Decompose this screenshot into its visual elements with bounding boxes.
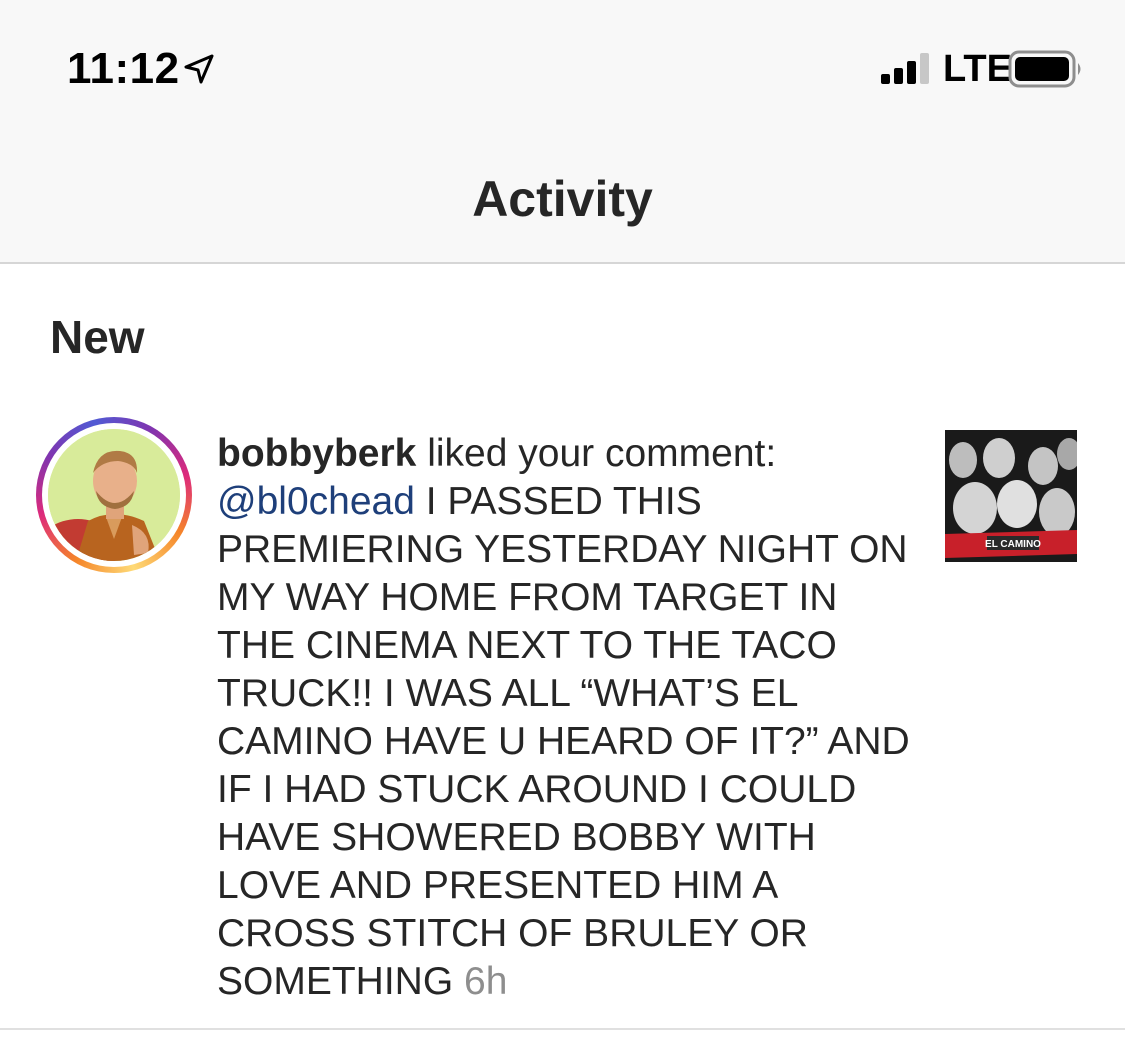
top-bar: 11:12 LTE Activity: [0, 0, 1125, 264]
avatar-photo: [48, 429, 180, 561]
notification-action: liked your comment:: [427, 432, 777, 475]
notification-text[interactable]: bobbyberk liked your comment: @bl0chead …: [217, 430, 917, 1006]
mention-link[interactable]: @bl0chead: [217, 480, 415, 523]
avatar[interactable]: [48, 429, 180, 561]
comment-text: I PASSED THIS PREMIERING YESTERDAY NIGHT…: [217, 480, 910, 1003]
location-arrow-icon: [184, 54, 214, 84]
status-time: 11:12: [67, 44, 180, 93]
section-title-new: New: [50, 311, 145, 363]
page-title: Activity: [472, 171, 653, 227]
battery-icon: [1008, 50, 1081, 88]
row-divider: [0, 1028, 1125, 1030]
notification-row[interactable]: bobbyberk liked your comment: @bl0chead …: [0, 400, 1125, 1028]
notification-username[interactable]: bobbyberk: [217, 432, 416, 475]
post-thumbnail[interactable]: EL CAMINO: [945, 430, 1077, 562]
thumbnail-label: EL CAMINO: [985, 539, 1041, 550]
notification-time: 6h: [464, 960, 508, 1003]
story-ring[interactable]: [36, 417, 192, 573]
network-type: LTE: [943, 48, 1012, 90]
signal-strength-icon: [881, 53, 929, 84]
